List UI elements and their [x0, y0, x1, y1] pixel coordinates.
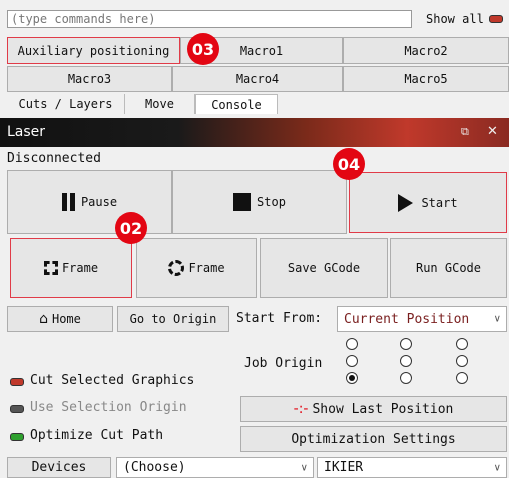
frame-circle-label: Frame [188, 261, 225, 275]
device-choose-select[interactable]: (Choose) ∨ [116, 457, 314, 478]
job-origin-radio-mr[interactable] [456, 355, 468, 367]
show-all-toggle[interactable] [489, 15, 503, 23]
start-label: Start [421, 195, 458, 210]
auxiliary-positioning-button[interactable]: Auxiliary positioning [7, 37, 180, 64]
optimize-cut-path-toggle[interactable] [10, 433, 24, 441]
stop-label: Stop [257, 195, 286, 209]
callout-02: 02 [115, 212, 147, 244]
macro2-button[interactable]: Macro2 [343, 37, 509, 64]
home-label: Home [51, 312, 81, 326]
callout-03: 03 [187, 33, 219, 65]
job-origin-radio-bc[interactable] [400, 372, 412, 384]
device-model-value: IKIER [324, 460, 364, 475]
job-origin-radio-tc[interactable] [400, 338, 412, 350]
job-origin-radio-tl[interactable] [346, 338, 358, 350]
frame-rect-icon [43, 261, 58, 275]
job-origin-label: Job Origin [244, 356, 323, 371]
float-window-icon[interactable]: ⧉ [461, 124, 475, 140]
devices-button[interactable]: Devices [7, 457, 111, 478]
pause-label: Pause [80, 195, 118, 209]
go-to-origin-button[interactable]: Go to Origin [117, 306, 229, 332]
use-selection-origin-label[interactable]: Use Selection Origin [30, 399, 187, 417]
device-choose-value: (Choose) [123, 460, 186, 475]
play-icon [398, 193, 414, 212]
laser-panel-title: Laser [7, 124, 46, 140]
start-from-value: Current Position [344, 311, 470, 327]
optimize-cut-path-label[interactable]: Optimize Cut Path [30, 427, 163, 445]
stop-icon [233, 193, 252, 211]
frame-rect-button[interactable]: Frame [10, 238, 132, 298]
start-from-label: Start From: [236, 311, 323, 326]
show-last-position-button[interactable]: -:- Show Last Position [240, 396, 507, 422]
macro5-button[interactable]: Macro5 [343, 66, 509, 92]
tab-console[interactable]: Console [195, 94, 278, 114]
start-button[interactable]: Start [349, 172, 507, 233]
tab-cuts-layers[interactable]: Cuts / Layers [7, 94, 125, 114]
job-origin-radio-tr[interactable] [456, 338, 468, 350]
run-gcode-button[interactable]: Run GCode [390, 238, 507, 298]
job-origin-radio-br[interactable] [456, 372, 468, 384]
use-selection-origin-toggle[interactable] [10, 405, 24, 413]
job-origin-radio-bl[interactable] [346, 372, 358, 384]
cut-selected-label[interactable]: Cut Selected Graphics [30, 372, 194, 390]
frame-circle-button[interactable]: Frame [136, 238, 257, 298]
tab-move[interactable]: Move [125, 94, 195, 114]
show-last-position-label: Show Last Position [312, 401, 454, 417]
frame-rect-label: Frame [61, 261, 99, 275]
command-input[interactable]: (type commands here) [7, 10, 412, 28]
callout-04: 04 [333, 148, 365, 180]
home-button[interactable]: ⌂ Home [7, 306, 113, 332]
job-origin-radio-ml[interactable] [346, 355, 358, 367]
crosshair-icon: -:- [293, 401, 309, 417]
macro4-button[interactable]: Macro4 [172, 66, 343, 92]
chevron-down-icon: ∨ [493, 462, 501, 473]
device-model-select[interactable]: IKIER ∨ [317, 457, 507, 478]
cut-selected-toggle[interactable] [10, 378, 24, 386]
optimization-settings-button[interactable]: Optimization Settings [240, 426, 507, 452]
start-from-select[interactable]: Current Position ∨ [337, 306, 507, 332]
macro3-button[interactable]: Macro3 [7, 66, 172, 92]
frame-circle-icon [168, 260, 185, 276]
job-origin-radio-mc[interactable] [400, 355, 412, 367]
laser-panel-titlebar [0, 118, 509, 147]
chevron-down-icon: ∨ [493, 313, 501, 325]
pause-button[interactable]: Pause [7, 170, 172, 234]
close-icon[interactable]: ✕ [487, 123, 501, 141]
connection-status: Disconnected [7, 151, 101, 166]
stop-button[interactable]: Stop [172, 170, 347, 234]
show-all-label[interactable]: Show all [426, 10, 486, 28]
chevron-down-icon: ∨ [300, 462, 308, 473]
home-icon: ⌂ [39, 311, 48, 327]
save-gcode-button[interactable]: Save GCode [260, 238, 388, 298]
pause-icon [61, 193, 67, 211]
